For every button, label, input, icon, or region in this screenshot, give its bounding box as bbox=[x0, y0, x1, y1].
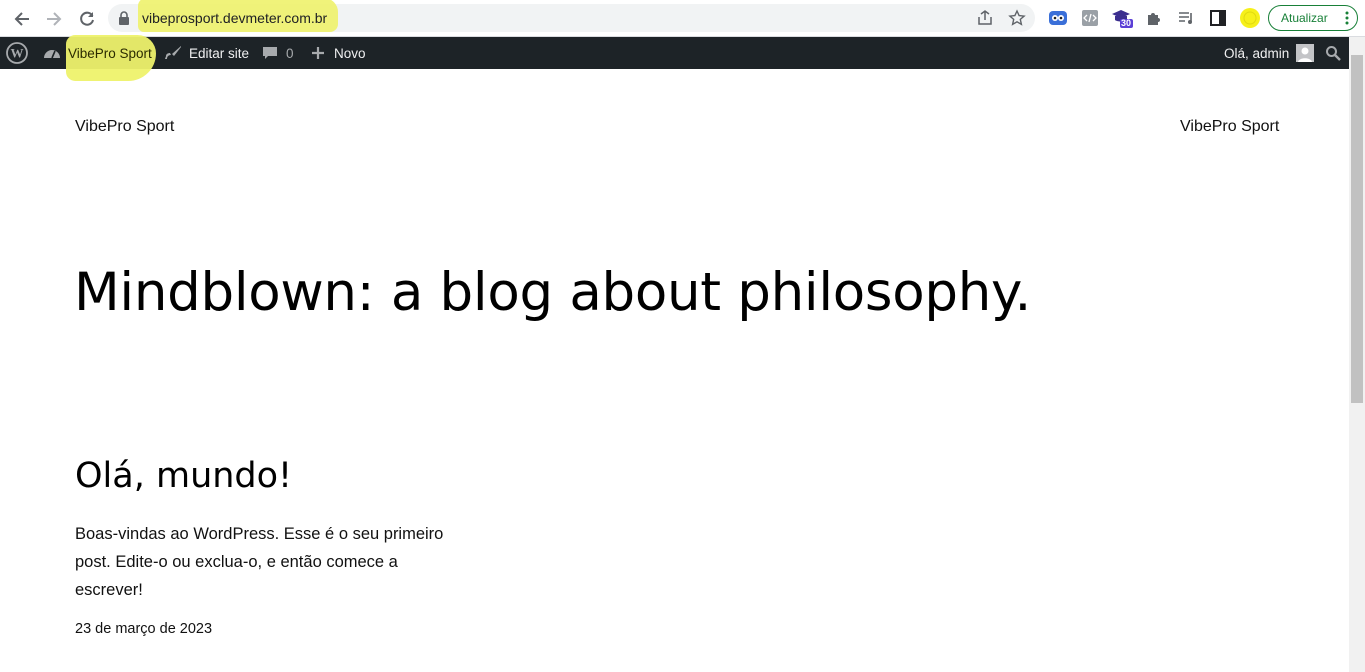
side-panel-icon[interactable] bbox=[1207, 7, 1229, 29]
scrollbar-thumb[interactable] bbox=[1351, 55, 1363, 403]
edit-site-label: Editar site bbox=[189, 45, 250, 61]
site-name-label: VibePro Sport bbox=[68, 45, 152, 61]
post-excerpt: Boas-vindas ao WordPress. Esse é o seu p… bbox=[75, 525, 444, 599]
site-name-menu[interactable]: VibePro Sport bbox=[43, 37, 152, 69]
search-icon bbox=[1326, 46, 1341, 61]
wordpress-logo-icon: W bbox=[6, 42, 28, 64]
address-bar[interactable]: vibeprosport.devmeter.com.br bbox=[108, 0, 1035, 32]
user-avatar-icon bbox=[1296, 44, 1315, 62]
site-title-link[interactable]: VibePro Sport bbox=[75, 118, 174, 136]
update-button[interactable]: Atualizar bbox=[1268, 5, 1358, 31]
extension-eyes-icon[interactable] bbox=[1047, 7, 1069, 29]
nav-site-link[interactable]: VibePro Sport bbox=[1180, 118, 1279, 136]
back-arrow-icon bbox=[14, 12, 29, 26]
url-text: vibeprosport.devmeter.com.br bbox=[142, 10, 328, 26]
comments-menu[interactable]: 0 bbox=[262, 37, 294, 69]
post-title-link[interactable]: Olá, mundo! bbox=[75, 456, 292, 496]
update-label: Atualizar bbox=[1281, 11, 1328, 25]
media-control-icon[interactable] bbox=[1175, 7, 1197, 29]
share-icon[interactable] bbox=[976, 9, 994, 27]
wordpress-logo-button[interactable]: W bbox=[6, 37, 28, 69]
star-icon[interactable] bbox=[1008, 9, 1026, 27]
extensions-puzzle-icon[interactable] bbox=[1143, 7, 1165, 29]
menu-dots-icon bbox=[1345, 11, 1349, 25]
comments-count: 0 bbox=[286, 45, 294, 61]
post-date: 23 de março de 2023 bbox=[75, 621, 213, 637]
forward-arrow-icon bbox=[47, 12, 62, 26]
page-tagline: Mindblown: a blog about philosophy. bbox=[74, 262, 1032, 323]
comment-bubble-icon bbox=[263, 47, 277, 59]
lock-icon bbox=[119, 11, 129, 25]
greeting-label: Olá, admin bbox=[1224, 45, 1290, 61]
reload-icon bbox=[80, 11, 94, 26]
brush-icon bbox=[165, 46, 181, 59]
new-content-menu[interactable]: Novo bbox=[311, 37, 366, 69]
wp-admin-bar: W VibePro Sport Editar site 0 Novo Olá, … bbox=[0, 35, 1349, 81]
plus-icon bbox=[312, 47, 324, 59]
extension-code-icon[interactable] bbox=[1079, 7, 1101, 29]
profile-avatar-icon[interactable] bbox=[1239, 7, 1261, 29]
page-scrollbar[interactable] bbox=[1349, 37, 1365, 672]
user-account-menu[interactable]: Olá, admin bbox=[1224, 37, 1315, 69]
extension-badge: 30 bbox=[1121, 18, 1132, 28]
forward-button[interactable] bbox=[41, 6, 67, 32]
browser-toolbar: vibeprosport.devmeter.com.br 30 Atualiza… bbox=[0, 0, 1365, 37]
new-label: Novo bbox=[334, 45, 366, 61]
back-button[interactable] bbox=[9, 6, 35, 32]
svg-text:W: W bbox=[11, 46, 24, 61]
admin-search-button[interactable] bbox=[1325, 37, 1341, 69]
edit-site-menu[interactable]: Editar site bbox=[164, 37, 249, 69]
dashboard-gauge-icon bbox=[44, 50, 60, 59]
extension-graduation-icon[interactable]: 30 bbox=[1111, 7, 1133, 29]
reload-button[interactable] bbox=[74, 6, 100, 32]
